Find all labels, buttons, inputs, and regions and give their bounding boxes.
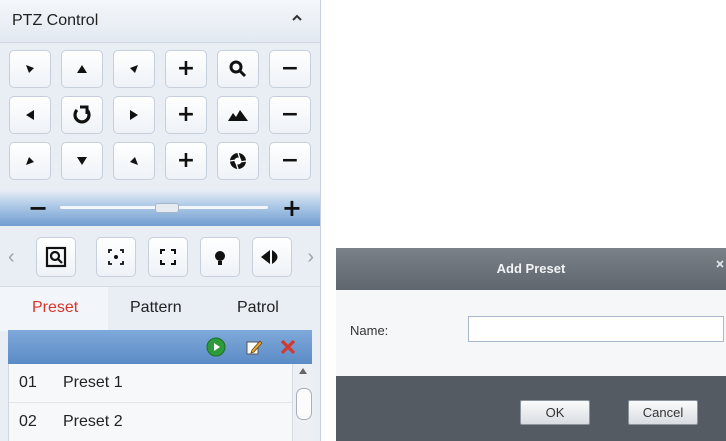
focus-near-button[interactable]: +	[165, 96, 207, 134]
cancel-button[interactable]: Cancel	[628, 400, 698, 425]
ptz-tabs: Preset Pattern Patrol	[0, 286, 320, 331]
light-bulb-icon	[215, 251, 225, 265]
ok-button[interactable]: OK	[520, 400, 590, 425]
speed-increase-button[interactable]: +	[282, 194, 302, 222]
iris-label-button[interactable]	[217, 142, 259, 180]
scroll-right-icon[interactable]: ›	[307, 246, 314, 269]
preset-number: 01	[19, 374, 37, 391]
pan-up-button[interactable]	[61, 50, 103, 88]
ptz-tools-row: ‹ ›	[0, 232, 320, 282]
delete-preset-icon[interactable]	[278, 337, 298, 357]
arrow-up-left-icon	[26, 65, 34, 73]
pan-down-left-button[interactable]	[9, 142, 51, 180]
add-preset-dialog: Add Preset Name: OK Cancel	[336, 248, 726, 441]
minus-icon: −	[280, 148, 300, 173]
iris-open-button[interactable]: +	[165, 142, 207, 180]
pan-down-button[interactable]	[61, 142, 103, 180]
slider-thumb[interactable]	[155, 203, 179, 213]
ptz-title: PTZ Control	[12, 12, 99, 29]
mountain-focus-icon	[228, 110, 248, 121]
scroll-up-icon[interactable]	[299, 368, 307, 374]
arrow-up-icon	[77, 65, 87, 73]
collapse-chevron-icon[interactable]	[290, 10, 304, 28]
dialog-header[interactable]: Add Preset	[336, 248, 726, 290]
pan-left-button[interactable]	[9, 96, 51, 134]
focus-label-button[interactable]	[217, 96, 259, 134]
list-item[interactable]: 01 Preset 1	[9, 364, 293, 403]
ptz-speed-slider: − +	[0, 190, 320, 226]
zoom-label-button[interactable]	[217, 50, 259, 88]
arrow-down-icon	[77, 157, 87, 165]
preset-name: Preset 2	[63, 413, 123, 430]
3d-zoom-button[interactable]	[36, 237, 76, 277]
list-item[interactable]: 02 Preset 2	[9, 403, 293, 441]
tab-preset[interactable]: Preset	[32, 299, 78, 317]
preset-list-toolbar	[8, 330, 312, 364]
ptz-control-panel: PTZ Control + − + − + − − + ‹ › Preset P…	[0, 0, 321, 441]
name-label: Name:	[350, 323, 389, 338]
plus-icon: +	[176, 56, 196, 81]
dialog-title: Add Preset	[496, 261, 566, 276]
dialog-body: Name:	[336, 290, 726, 376]
dialog-footer: OK Cancel	[336, 376, 726, 441]
zoom-out-button[interactable]: −	[269, 50, 311, 88]
fullscreen-button[interactable]	[148, 237, 188, 277]
wiper-icon	[261, 250, 278, 264]
zoom-in-button[interactable]: +	[165, 50, 207, 88]
arrow-down-right-icon	[130, 157, 138, 165]
pan-up-right-button[interactable]	[113, 50, 155, 88]
arrow-up-right-icon	[130, 65, 138, 73]
pan-down-right-button[interactable]	[113, 142, 155, 180]
scrollbar-thumb[interactable]	[296, 388, 312, 420]
arrow-left-icon	[26, 110, 34, 120]
arrow-right-icon	[130, 110, 138, 120]
focus-dots-icon	[108, 249, 124, 265]
preset-name: Preset 1	[63, 374, 123, 391]
tab-patrol[interactable]: Patrol	[237, 299, 279, 317]
auto-scan-button[interactable]	[61, 96, 103, 134]
name-field[interactable]	[468, 316, 724, 342]
pan-up-left-button[interactable]	[9, 50, 51, 88]
tab-pattern[interactable]: Pattern	[130, 299, 182, 317]
arrow-down-left-icon	[26, 157, 34, 165]
zoom-frame-icon	[45, 246, 67, 268]
iris-icon	[229, 152, 247, 170]
plus-icon: +	[176, 102, 196, 127]
magnifier-icon	[229, 60, 247, 78]
list-scrollbar[interactable]	[292, 364, 313, 441]
edit-preset-icon[interactable]	[244, 337, 264, 357]
plus-icon: +	[176, 148, 196, 173]
focus-far-button[interactable]: −	[269, 96, 311, 134]
light-button[interactable]	[200, 237, 240, 277]
speed-decrease-button[interactable]: −	[28, 194, 48, 222]
minus-icon: −	[280, 56, 300, 81]
minus-icon: −	[280, 102, 300, 127]
preset-list: 01 Preset 1 02 Preset 2	[8, 364, 313, 441]
auto-rotate-icon	[73, 105, 91, 124]
wiper-button[interactable]	[252, 237, 292, 277]
call-preset-icon[interactable]	[206, 337, 226, 357]
pan-right-button[interactable]	[113, 96, 155, 134]
scroll-left-icon[interactable]: ‹	[8, 246, 15, 269]
ptz-header[interactable]: PTZ Control	[0, 0, 320, 43]
center-focus-button[interactable]	[96, 237, 136, 277]
close-icon[interactable]	[716, 260, 724, 268]
preset-number: 02	[19, 413, 37, 430]
fullscreen-icon	[160, 249, 176, 265]
iris-close-button[interactable]: −	[269, 142, 311, 180]
